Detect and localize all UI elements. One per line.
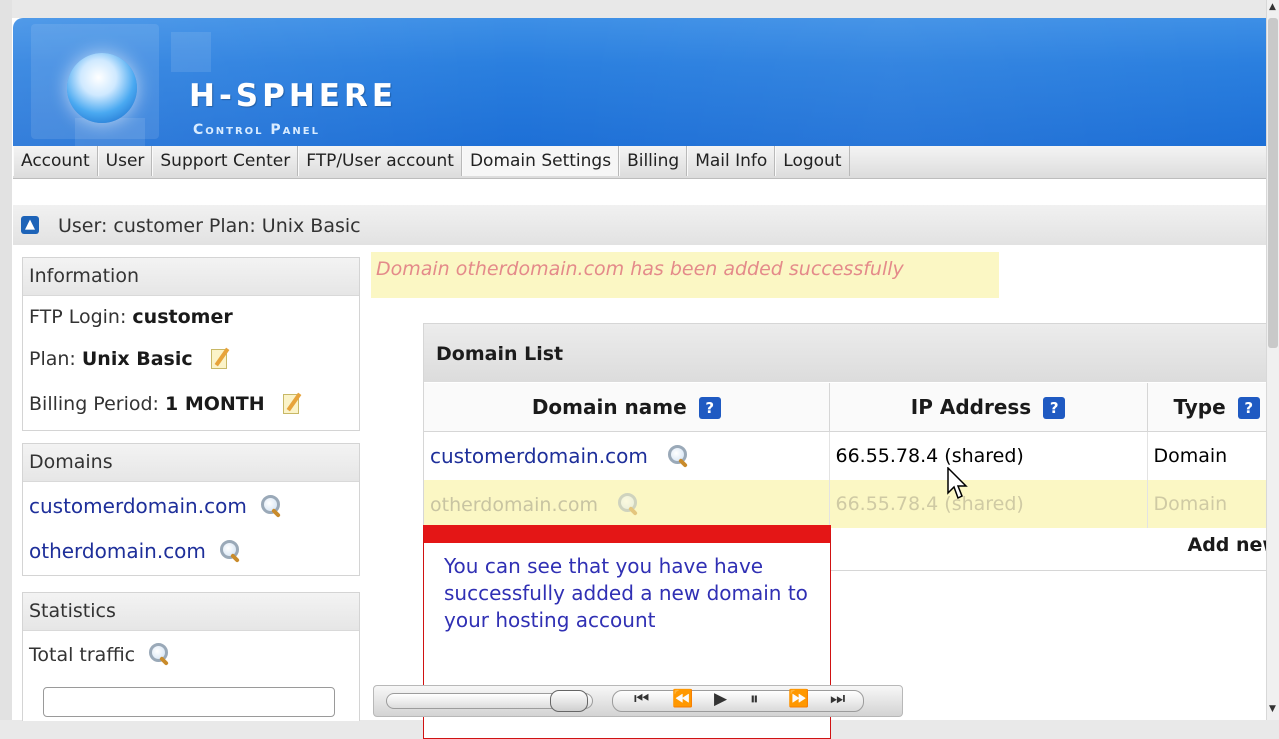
total-traffic-label: Total traffic xyxy=(29,644,135,666)
header-banner: H-SPHERE Control Panel xyxy=(13,18,1268,148)
seek-handle[interactable] xyxy=(550,690,588,712)
scroll-up-icon[interactable]: ▲ xyxy=(1269,2,1276,12)
edit-icon[interactable] xyxy=(283,392,301,414)
domain-cell: customerdomain.com xyxy=(424,432,829,481)
user-bar: ▲ User: customer Plan: Unix Basic xyxy=(13,205,1268,245)
success-message: Domain otherdomain.com has been added su… xyxy=(371,252,999,298)
domain-link[interactable]: otherdomain.com xyxy=(29,539,206,563)
play-icon[interactable]: ▶ xyxy=(714,689,727,709)
nav-billing[interactable]: Billing xyxy=(619,146,687,176)
information-panel: Information FTP Login: customer Plan: Un… xyxy=(22,257,360,431)
last-frame-icon[interactable]: ⏭ xyxy=(830,689,845,709)
vertical-scrollbar[interactable]: ▲ ▼ xyxy=(1266,0,1279,720)
banner-decoration xyxy=(75,118,145,146)
statistics-title: Statistics xyxy=(23,593,359,631)
collapse-icon[interactable]: ▲ xyxy=(21,216,39,234)
nav-logout[interactable]: Logout xyxy=(775,146,849,176)
domain-table: Domain name? IP Address? Type? customerd… xyxy=(424,383,1279,528)
ftp-login-value: customer xyxy=(132,306,232,328)
domains-panel: Domains customerdomain.com otherdomain.c… xyxy=(22,443,360,576)
left-strip xyxy=(0,0,12,720)
nav-support-center[interactable]: Support Center xyxy=(152,146,298,176)
total-traffic-row: Total traffic xyxy=(29,643,171,666)
nav-user[interactable]: User xyxy=(98,146,153,176)
help-icon[interactable]: ? xyxy=(699,397,721,419)
billing-label: Billing Period: xyxy=(29,393,159,415)
domain-link[interactable]: otherdomain.com xyxy=(430,494,598,516)
logo-sphere-icon xyxy=(67,53,137,123)
ip-cell: 66.55.78.4 (shared) xyxy=(829,432,1147,481)
information-title: Information xyxy=(23,258,359,296)
billing-row: Billing Period: 1 MONTH xyxy=(29,392,301,415)
player-controls xyxy=(612,690,864,712)
video-player-bar: ⏮ ⏪ ▶ ⏸ ⏩ ⏭ xyxy=(373,685,903,717)
scroll-thumb[interactable] xyxy=(1268,18,1278,348)
banner-decoration xyxy=(171,32,211,72)
search-icon[interactable] xyxy=(618,493,640,515)
table-row: otherdomain.com 66.55.78.4 (shared) Doma… xyxy=(424,480,1279,528)
domain-link[interactable]: customerdomain.com xyxy=(29,494,247,518)
help-icon[interactable]: ? xyxy=(1043,397,1065,419)
nav-ftp-user-account[interactable]: FTP/User account xyxy=(298,146,462,176)
domain-link[interactable]: customerdomain.com xyxy=(430,444,648,468)
search-icon[interactable] xyxy=(149,643,171,665)
rewind-icon[interactable]: ⏪ xyxy=(672,689,693,709)
column-header-domain: Domain name? xyxy=(424,383,829,432)
nav-account[interactable]: Account xyxy=(13,146,98,176)
column-header-type: Type? xyxy=(1147,383,1279,432)
list-item: customerdomain.com xyxy=(29,494,283,518)
search-icon[interactable] xyxy=(220,540,242,562)
plan-value: Unix Basic xyxy=(82,348,193,370)
traffic-input[interactable] xyxy=(43,687,335,717)
ip-cell: 66.55.78.4 (shared) xyxy=(829,480,1147,528)
plan-label: Plan: xyxy=(29,348,76,370)
user-plan-text: User: customer Plan: Unix Basic xyxy=(58,215,361,237)
billing-value: 1 MONTH xyxy=(165,393,265,415)
type-cell: Domain xyxy=(1147,480,1279,528)
statistics-panel: Statistics Total traffic xyxy=(22,592,360,721)
success-text: Domain otherdomain.com has been added su… xyxy=(376,258,904,280)
fast-forward-icon[interactable]: ⏩ xyxy=(788,689,809,709)
top-strip xyxy=(0,0,1279,18)
domains-title: Domains xyxy=(23,444,359,482)
ftp-login-label: FTP Login: xyxy=(29,306,126,328)
edit-icon[interactable] xyxy=(211,347,229,369)
column-header-ip: IP Address? xyxy=(829,383,1147,432)
page-frame: H-SPHERE Control Panel Account User Supp… xyxy=(0,0,1279,720)
scroll-down-icon[interactable]: ▼ xyxy=(1269,704,1276,714)
plan-row: Plan: Unix Basic xyxy=(29,347,229,370)
search-icon[interactable] xyxy=(261,495,283,517)
ftp-login-row: FTP Login: customer xyxy=(29,306,233,328)
callout-text: You can see that you have have successfu… xyxy=(444,553,816,634)
help-icon[interactable]: ? xyxy=(1238,397,1260,419)
logo-subtitle: Control Panel xyxy=(193,122,320,138)
nav-domain-settings[interactable]: Domain Settings xyxy=(462,146,619,176)
nav-mail-info[interactable]: Mail Info xyxy=(687,146,775,176)
domain-list-title: Domain List xyxy=(424,324,1279,382)
mouse-cursor-icon xyxy=(947,467,969,501)
search-icon[interactable] xyxy=(668,445,690,467)
table-header-row: Domain name? IP Address? Type? xyxy=(424,383,1279,432)
list-item: otherdomain.com xyxy=(29,539,242,563)
pause-icon[interactable]: ⏸ xyxy=(750,689,759,709)
main-nav: Account User Support Center FTP/User acc… xyxy=(13,146,1268,179)
logo-title: H-SPHERE xyxy=(189,78,397,114)
table-row: customerdomain.com 66.55.78.4 (shared) D… xyxy=(424,432,1279,481)
type-cell: Domain xyxy=(1147,432,1279,481)
domain-cell: otherdomain.com xyxy=(424,480,829,528)
first-frame-icon[interactable]: ⏮ xyxy=(634,689,649,709)
